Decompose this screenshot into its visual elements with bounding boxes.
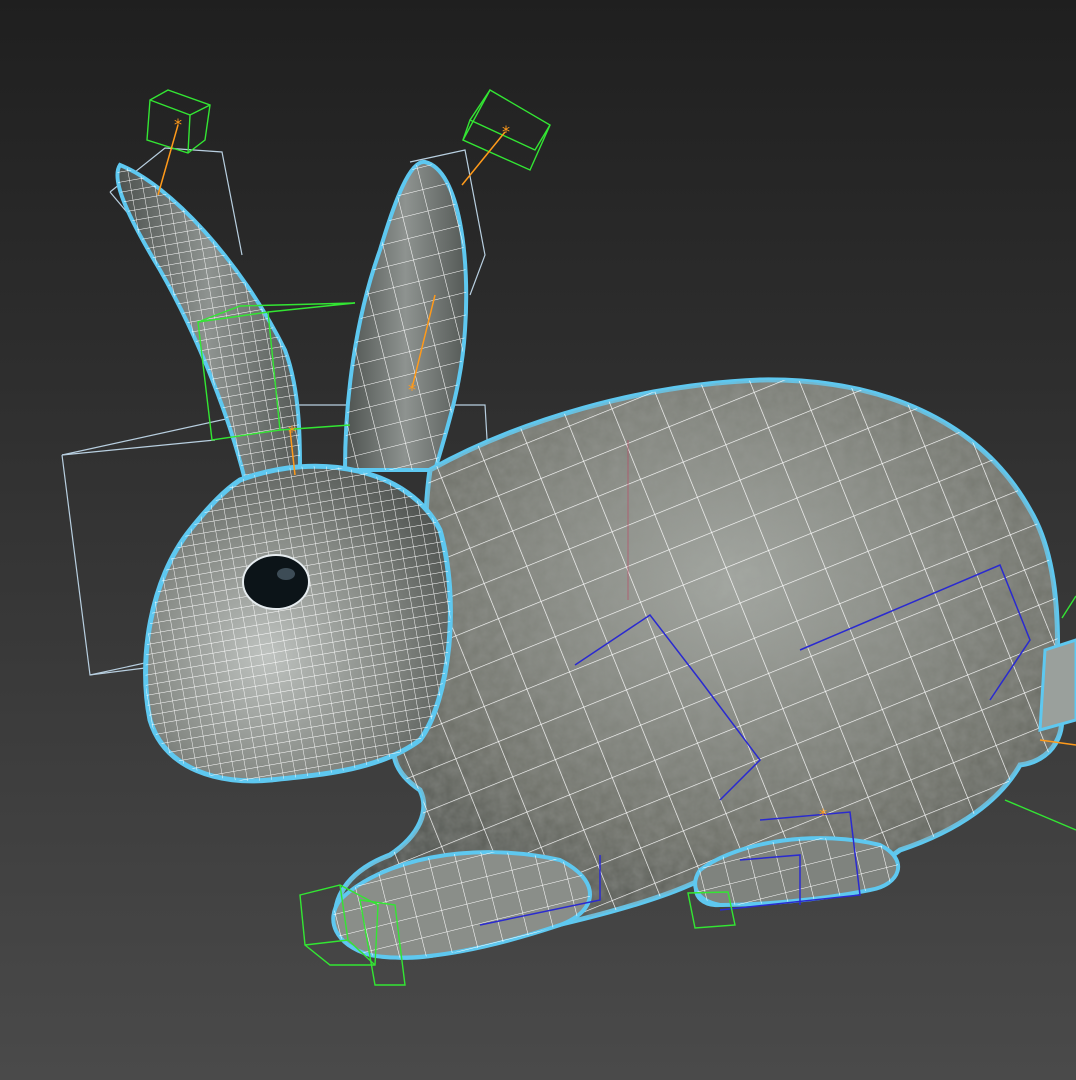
svg-text:*: * <box>408 380 416 399</box>
3d-viewport[interactable]: * * * * * <box>0 0 1076 1080</box>
svg-text:*: * <box>288 422 296 441</box>
svg-text:*: * <box>819 805 827 824</box>
svg-text:*: * <box>502 122 510 141</box>
svg-text:*: * <box>174 115 182 134</box>
viewport-scene[interactable]: * * * * * <box>0 0 1076 1080</box>
eye <box>242 554 310 610</box>
